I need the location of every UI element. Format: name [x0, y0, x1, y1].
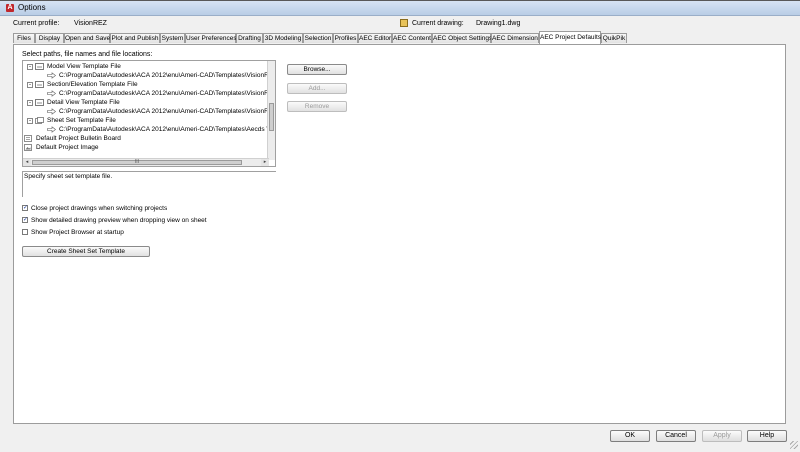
title-bar[interactable]: A Options — [0, 1, 800, 16]
tab-system[interactable]: System — [160, 33, 185, 43]
autocad-app-icon: A — [6, 4, 14, 12]
paths-label: Select paths, file names and file locati… — [22, 51, 153, 58]
arrow-right-icon — [47, 72, 56, 79]
tree-node-default-bulletin-board[interactable]: Default Project Bulletin Board — [36, 134, 121, 143]
tab-drafting[interactable]: Drafting — [236, 33, 263, 43]
sheet-set-icon — [35, 117, 44, 124]
checkbox-label: Show Project Browser at startup — [31, 229, 124, 236]
tab-display[interactable]: Display — [35, 33, 64, 43]
vertical-scroll-thumb[interactable] — [269, 103, 274, 131]
apply-button[interactable]: Apply — [702, 430, 742, 442]
tab-aec-content[interactable]: AEC Content — [392, 33, 432, 43]
profile-row: Current profile: VisionREZ Current drawi… — [0, 18, 800, 30]
tree-path-detail-view[interactable]: C:\ProgramData\Autodesk\ACA 2012\enu\Ame… — [59, 107, 275, 116]
current-profile-value: VisionREZ — [74, 20, 107, 27]
tree-expander[interactable]: - — [27, 100, 33, 106]
ok-button[interactable]: OK — [610, 430, 650, 442]
current-drawing-value: Drawing1.dwg — [476, 20, 521, 27]
tree-node-detail-view-template[interactable]: Detail View Template File — [47, 98, 120, 107]
checkbox-label: Show detailed drawing preview when dropp… — [31, 217, 207, 224]
resize-grip-icon[interactable] — [790, 441, 798, 449]
tree-node-sheet-set-template[interactable]: Sheet Set Template File — [47, 116, 116, 125]
checkbox[interactable]: ✓ — [22, 205, 28, 211]
tree-expander[interactable]: - — [27, 64, 33, 70]
tab-aec-project-defaults[interactable]: AEC Project Defaults — [539, 31, 601, 44]
arrow-right-icon — [47, 108, 56, 115]
tab-selection[interactable]: Selection — [303, 33, 333, 43]
tab-aec-editor[interactable]: AEC Editor — [358, 33, 392, 43]
tab-plot-and-publish[interactable]: Plot and Publish — [110, 33, 160, 43]
dialog-button-bar: OK Cancel Apply Help — [0, 424, 800, 452]
arrow-right-icon — [47, 126, 56, 133]
scroll-left-arrow-icon[interactable]: ◂ — [23, 159, 31, 166]
window-title: Options — [18, 3, 46, 12]
template-file-icon — [35, 99, 44, 106]
checkbox[interactable]: ✓ — [22, 217, 28, 223]
current-profile-label: Current profile: — [13, 20, 60, 27]
paths-tree[interactable]: - Model View Template File C:\ProgramDat… — [22, 60, 276, 167]
tree-node-default-project-image[interactable]: Default Project Image — [36, 143, 99, 152]
checkbox[interactable] — [22, 229, 28, 235]
tab-open-and-save[interactable]: Open and Save — [64, 33, 110, 43]
image-icon — [24, 144, 32, 151]
remove-button[interactable]: Remove — [287, 101, 347, 112]
help-button[interactable]: Help — [747, 430, 787, 442]
drawing-file-icon — [400, 19, 408, 27]
arrow-right-icon — [47, 90, 56, 97]
tab-aec-object-settings[interactable]: AEC Object Settings — [432, 33, 492, 43]
add-button[interactable]: Add... — [287, 83, 347, 94]
tree-path-section-elevation[interactable]: C:\ProgramData\Autodesk\ACA 2012\enu\Ame… — [59, 89, 275, 98]
tree-horizontal-scrollbar[interactable]: ◂ III ▸ — [23, 158, 269, 166]
cancel-button[interactable]: Cancel — [656, 430, 696, 442]
tree-node-model-view-template[interactable]: Model View Template File — [47, 62, 121, 71]
tab-profiles[interactable]: Profiles — [333, 33, 358, 43]
tree-path-model-view[interactable]: C:\ProgramData\Autodesk\ACA 2012\enu\Ame… — [59, 71, 275, 80]
tree-path-sheet-set[interactable]: C:\ProgramData\Autodesk\ACA 2012\enu\Ame… — [59, 125, 275, 134]
tree-expander[interactable]: - — [27, 82, 33, 88]
create-sheet-set-template-button[interactable]: Create Sheet Set Template — [22, 246, 150, 257]
tab-quikpik[interactable]: QuikPik — [601, 33, 627, 43]
tree-expander[interactable]: - — [27, 118, 33, 124]
current-drawing-label: Current drawing: — [412, 20, 464, 27]
description-box: Specify sheet set template file. — [22, 171, 276, 197]
horizontal-scroll-thumb[interactable]: III — [32, 160, 242, 165]
template-file-icon — [35, 63, 44, 70]
checkbox-label: Close project drawings when switching pr… — [31, 205, 168, 212]
scroll-right-arrow-icon[interactable]: ▸ — [261, 159, 269, 166]
bulletin-board-icon — [24, 135, 32, 142]
tree-vertical-scrollbar[interactable] — [267, 61, 275, 160]
tab-3d-modeling[interactable]: 3D Modeling — [263, 33, 303, 43]
tab-aec-dimension[interactable]: AEC Dimension — [491, 33, 539, 43]
options-dialog: A Options Current profile: VisionREZ Cur… — [0, 0, 800, 452]
tree-node-section-elevation-template[interactable]: Section/Elevation Template File — [47, 80, 138, 89]
tab-user-preferences[interactable]: User Preferences — [185, 33, 237, 43]
browse-button[interactable]: Browse... — [287, 64, 347, 75]
template-file-icon — [35, 81, 44, 88]
tab-files[interactable]: Files — [13, 33, 35, 43]
